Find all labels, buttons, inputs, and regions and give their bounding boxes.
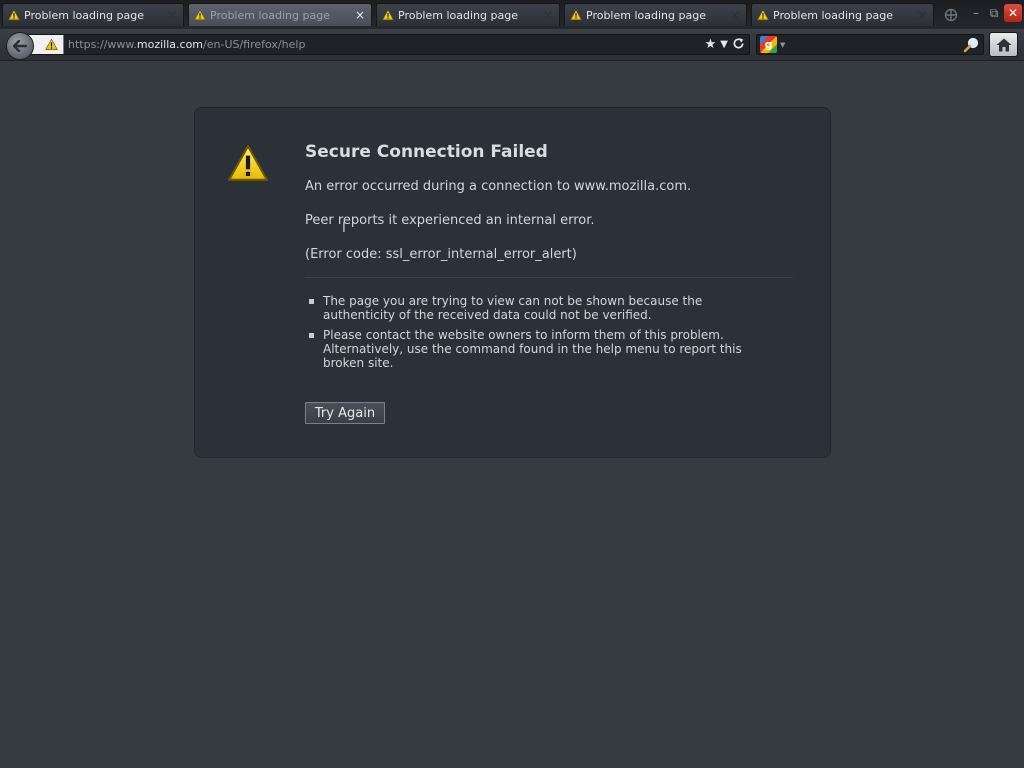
back-button[interactable] <box>6 32 34 60</box>
tab-3[interactable]: Problem loading page × <box>376 3 560 26</box>
close-tab-icon[interactable]: × <box>353 8 367 22</box>
warning-icon <box>757 9 769 21</box>
url-host: mozilla.com <box>136 38 204 51</box>
error-title: Secure Connection Failed <box>305 142 548 162</box>
tab-label: Problem loading page <box>586 8 706 22</box>
back-arrow-icon <box>13 40 27 52</box>
close-tab-icon[interactable]: × <box>915 8 929 22</box>
new-tab-icon[interactable] <box>938 3 964 26</box>
tab-label: Problem loading page <box>210 8 330 22</box>
list-item: Please contact the website owners to inf… <box>307 328 757 370</box>
warning-icon <box>45 38 58 51</box>
url-path: /en-US/firefox/help <box>203 38 306 51</box>
tab-2[interactable]: Problem loading page × <box>188 3 372 26</box>
tab-label: Problem loading page <box>24 8 144 22</box>
error-description-list: The page you are trying to view can not … <box>307 294 757 376</box>
magnifier-icon[interactable] <box>962 36 980 54</box>
dropdown-icon[interactable]: ▼ <box>720 39 728 50</box>
tab-label: Problem loading page <box>773 8 893 22</box>
error-panel: Secure Connection Failed An error occurr… <box>194 107 831 458</box>
try-again-button[interactable]: Try Again <box>305 402 385 424</box>
home-button[interactable] <box>989 32 1018 57</box>
tab-5[interactable]: Problem loading page × <box>751 3 934 26</box>
close-window-button[interactable]: ✕ <box>1004 4 1022 22</box>
minimize-button[interactable]: – <box>967 4 985 22</box>
address-bar[interactable]: https://www.mozilla.com/en-US/firefox/he… <box>28 34 750 55</box>
warning-icon <box>194 9 206 21</box>
google-icon[interactable]: g <box>760 36 777 53</box>
url-prefix: https://www. <box>68 38 137 51</box>
error-code: (Error code: ssl_error_internal_error_al… <box>305 247 577 262</box>
tab-1[interactable]: Problem loading page × <box>2 3 184 26</box>
error-message: An error occurred during a connection to… <box>305 179 692 194</box>
close-tab-icon[interactable]: × <box>541 8 555 22</box>
close-tab-icon[interactable]: × <box>728 8 742 22</box>
navigation-toolbar: https://www.mozilla.com/en-US/firefox/he… <box>0 29 1024 61</box>
divider <box>305 277 793 278</box>
list-item: The page you are trying to view can not … <box>307 294 757 322</box>
warning-icon <box>382 9 394 21</box>
tab-label: Problem loading page <box>398 8 518 22</box>
text-cursor-icon: I <box>342 221 346 236</box>
error-detail: Peer reports it experienced an internal … <box>305 213 595 228</box>
close-tab-icon[interactable]: × <box>165 8 179 22</box>
bookmark-star-icon[interactable]: ★ <box>705 38 717 51</box>
tab-4[interactable]: Problem loading page × <box>564 3 747 26</box>
warning-icon <box>227 144 269 182</box>
engine-dropdown-icon[interactable]: ▼ <box>780 41 785 49</box>
tab-strip: Problem loading page × Problem loading p… <box>0 0 1024 29</box>
restore-button[interactable]: ⧉ <box>985 4 1003 22</box>
reload-icon[interactable] <box>732 37 745 53</box>
url-text[interactable]: https://www.mozilla.com/en-US/firefox/he… <box>64 38 705 51</box>
warning-icon <box>570 9 582 21</box>
site-identity-button[interactable] <box>29 35 64 54</box>
home-icon <box>996 38 1011 51</box>
warning-icon <box>8 9 20 21</box>
search-bar[interactable]: g ▼ <box>756 34 984 55</box>
